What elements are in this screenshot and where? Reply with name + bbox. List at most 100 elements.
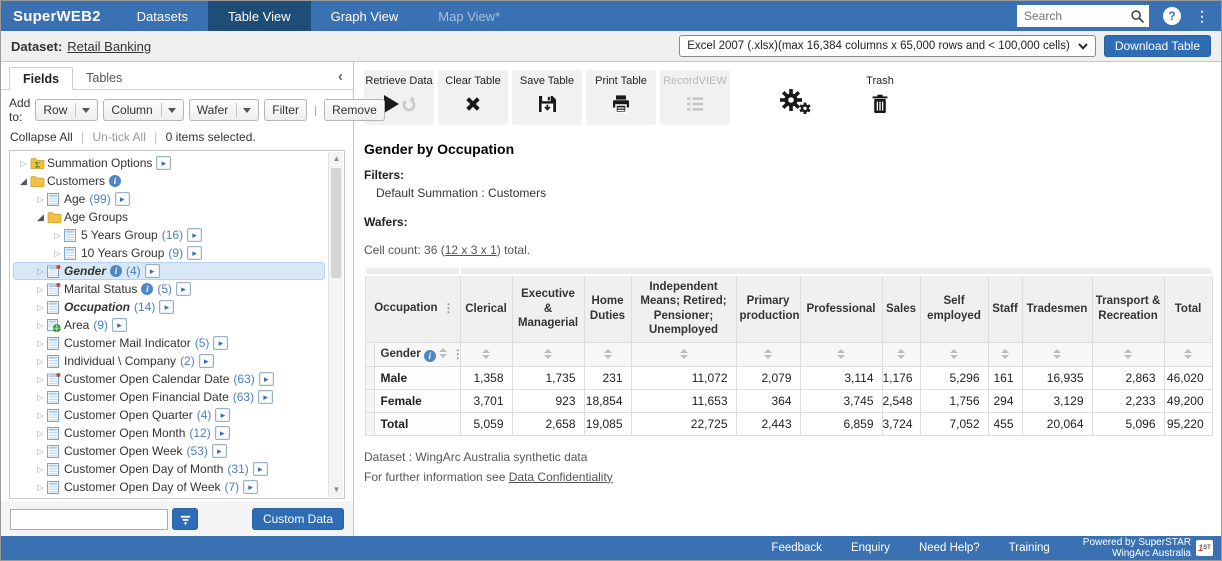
sort-icon[interactable] (1184, 349, 1192, 359)
dataset-link[interactable]: Retail Banking (67, 39, 151, 54)
expander-collapsed-icon[interactable]: ▷ (34, 375, 47, 384)
column-header-cell[interactable]: Executive & Managerial (512, 275, 584, 342)
footer-link-feedback[interactable]: Feedback (771, 542, 822, 554)
chevron-down-icon[interactable] (168, 108, 176, 113)
tree-item-age-groups[interactable]: ◢Age Groups (13, 208, 325, 226)
footer-link-training[interactable]: Training (1009, 542, 1050, 554)
chevron-down-icon[interactable] (243, 108, 251, 113)
row-label-cell[interactable]: Male (374, 366, 460, 389)
column-header-cell[interactable]: Transport & Recreation (1092, 275, 1164, 342)
column-sort-cell[interactable] (631, 342, 736, 366)
column-header-cell[interactable]: Self employed (920, 275, 988, 342)
clear-table-button[interactable]: Clear Table (438, 70, 508, 125)
nav-tab-map-view[interactable]: Map View* (418, 1, 520, 31)
expander-collapsed-icon[interactable]: ▷ (34, 195, 47, 204)
footer-link-enquiry[interactable]: Enquiry (851, 542, 890, 554)
add-field-arrow-button[interactable]: ▸ (159, 300, 174, 314)
footer-link-need-help[interactable]: Need Help? (919, 542, 980, 554)
add-field-arrow-button[interactable]: ▸ (112, 318, 127, 332)
sort-icon[interactable] (439, 348, 447, 358)
remove-button[interactable]: Remove (324, 99, 385, 121)
sort-icon[interactable] (1124, 349, 1132, 359)
data-confidentiality-link[interactable]: Data Confidentiality (509, 470, 613, 484)
tree-item-customer-open-calendar-date[interactable]: ▷Customer Open Calendar Date(63)▸ (13, 370, 325, 388)
tree-item-summation-options[interactable]: ▷ΣSummation Options▸ (13, 154, 325, 172)
column-header-cell[interactable]: Tradesmen (1022, 275, 1092, 342)
search-box[interactable] (1017, 5, 1149, 27)
collapse-all-link[interactable]: Collapse All (10, 130, 73, 144)
tree-item-customer-open-financial-date[interactable]: ▷Customer Open Financial Date(63)▸ (13, 388, 325, 406)
tree-item-customer-open-day-of-week[interactable]: ▷Customer Open Day of Week(7)▸ (13, 478, 325, 496)
add-field-arrow-button[interactable]: ▸ (215, 408, 230, 422)
expander-collapsed-icon[interactable]: ▷ (34, 411, 47, 420)
info-icon[interactable]: i (109, 175, 121, 187)
add-field-arrow-button[interactable]: ▸ (115, 192, 130, 206)
tree-scrollbar[interactable]: ▲ ▼ (328, 152, 343, 497)
expander-collapsed-icon[interactable]: ▷ (34, 285, 47, 294)
column-sort-cell[interactable] (920, 342, 988, 366)
column-sort-cell[interactable] (584, 342, 631, 366)
add-field-arrow-button[interactable]: ▸ (215, 426, 230, 440)
tree-item-10-years-group[interactable]: ▷10 Years Group(9)▸ (13, 244, 325, 262)
expander-collapsed-icon[interactable]: ▷ (34, 321, 47, 330)
tree-item-accounts[interactable]: ◢Accounts (13, 496, 325, 499)
add-field-arrow-button[interactable]: ▸ (187, 246, 202, 260)
expander-collapsed-icon[interactable]: ▷ (34, 357, 47, 366)
add-field-arrow-button[interactable]: ▸ (259, 372, 274, 386)
tree-item-area[interactable]: ▷Area(9)▸ (13, 316, 325, 334)
nav-tab-datasets[interactable]: Datasets (117, 1, 208, 31)
table-options-button[interactable] (760, 70, 830, 125)
custom-data-button[interactable]: Custom Data (252, 508, 344, 530)
expander-expanded-icon[interactable]: ◢ (17, 176, 30, 187)
tab-fields[interactable]: Fields (9, 67, 73, 90)
sort-icon[interactable] (1001, 349, 1009, 359)
tree-item-customer-open-month[interactable]: ▷Customer Open Month(12)▸ (13, 424, 325, 442)
column-header-cell[interactable]: Home Duties (584, 275, 631, 342)
info-icon[interactable]: i (424, 350, 436, 362)
expander-collapsed-icon[interactable]: ▷ (34, 429, 47, 438)
field-filter-button[interactable] (172, 508, 198, 530)
sort-icon[interactable] (482, 349, 490, 359)
row-label-cell[interactable]: Total (374, 412, 460, 435)
column-header-cell[interactable]: Staff (988, 275, 1022, 342)
sort-icon[interactable] (897, 349, 905, 359)
add-field-arrow-button[interactable]: ▸ (199, 354, 214, 368)
expander-collapsed-icon[interactable]: ▷ (17, 159, 30, 168)
tree-item-customer-mail-indicator[interactable]: ▷Customer Mail Indicator(5)▸ (13, 334, 325, 352)
tree-item-customers[interactable]: ◢Customersi (13, 172, 325, 190)
sort-icon[interactable] (950, 349, 958, 359)
download-table-button[interactable]: Download Table (1104, 35, 1211, 57)
column-sort-cell[interactable] (1022, 342, 1092, 366)
tree-item-customer-open-week[interactable]: ▷Customer Open Week(53)▸ (13, 442, 325, 460)
add-field-arrow-button[interactable]: ▸ (243, 480, 258, 494)
tree-item-5-years-group[interactable]: ▷5 Years Group(16)▸ (13, 226, 325, 244)
tree-item-gender[interactable]: ▷Genderi(4)▸ (13, 262, 325, 280)
save-table-button[interactable]: Save Table (512, 70, 582, 125)
sort-icon[interactable] (764, 349, 772, 359)
export-format-select[interactable]: Excel 2007 (.xlsx)(max 16,384 columns x … (679, 35, 1096, 57)
cell-menu-icon[interactable]: ⋮ (443, 301, 455, 316)
info-icon[interactable]: i (110, 265, 122, 277)
add-field-arrow-button[interactable]: ▸ (212, 444, 227, 458)
nav-tab-graph-view[interactable]: Graph View (311, 1, 419, 31)
column-sort-cell[interactable] (460, 342, 512, 366)
field-search-input[interactable] (10, 509, 168, 530)
tree-item-customer-open-day-of-month[interactable]: ▷Customer Open Day of Month(31)▸ (13, 460, 325, 478)
tree-item-age[interactable]: ▷Age(99)▸ (13, 190, 325, 208)
column-header-cell[interactable]: Professional (800, 275, 882, 342)
expander-collapsed-icon[interactable]: ▷ (34, 483, 47, 492)
column-sort-cell[interactable] (736, 342, 800, 366)
expander-expanded-icon[interactable]: ◢ (34, 212, 47, 223)
add-field-arrow-button[interactable]: ▸ (176, 282, 191, 296)
column-sort-cell[interactable] (882, 342, 920, 366)
sort-icon[interactable] (544, 349, 552, 359)
column-header-cell[interactable]: Sales (882, 275, 920, 342)
add-field-arrow-button[interactable]: ▸ (156, 156, 171, 170)
column-header-cell[interactable]: Primary production (736, 275, 800, 342)
tree-item-customer-open-quarter[interactable]: ▷Customer Open Quarter(4)▸ (13, 406, 325, 424)
add-to-column-combo[interactable]: Column (103, 99, 183, 121)
row-dimension-cell[interactable]: Genderi⋮ (374, 342, 460, 366)
info-icon[interactable]: i (141, 283, 153, 295)
expander-collapsed-icon[interactable]: ▷ (34, 339, 47, 348)
column-sort-cell[interactable] (1092, 342, 1164, 366)
